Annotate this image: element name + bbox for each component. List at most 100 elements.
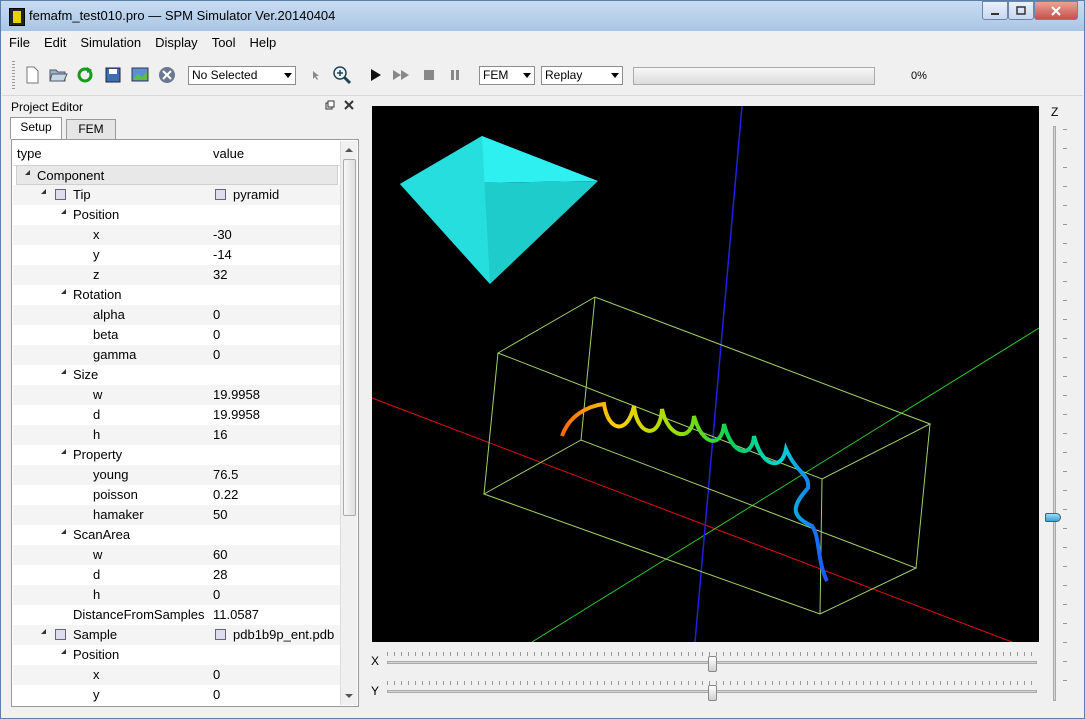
- tree-row-value[interactable]: pdb1b9p_ent.pdb: [233, 627, 334, 642]
- tree-row-value[interactable]: 19.9958: [213, 407, 260, 422]
- tree-row[interactable]: y0: [13, 685, 341, 705]
- tree-row-value[interactable]: -30: [213, 227, 232, 242]
- expand-arrow-icon[interactable]: [61, 369, 66, 374]
- zoom-button[interactable]: [332, 65, 352, 85]
- y-slider-handle[interactable]: [708, 685, 717, 701]
- tree-row[interactable]: w 19.9958: [13, 385, 341, 405]
- pointer-button[interactable]: [306, 65, 326, 85]
- tree-row-value[interactable]: -14: [213, 247, 232, 262]
- expand-arrow-icon[interactable]: [61, 649, 66, 654]
- close-project-button[interactable]: [157, 65, 177, 85]
- selection-combo[interactable]: No Selected: [188, 66, 296, 85]
- undock-icon[interactable]: [325, 100, 335, 110]
- tree-row-value[interactable]: 28: [213, 567, 227, 582]
- tree-row-value[interactable]: 50: [213, 507, 227, 522]
- tree-row[interactable]: d 19.9958: [13, 405, 341, 425]
- maximize-button[interactable]: [1008, 1, 1034, 20]
- open-button[interactable]: [48, 65, 68, 85]
- tree-row[interactable]: h0: [13, 585, 341, 605]
- save-button[interactable]: [103, 65, 123, 85]
- toolbar-grip[interactable]: [12, 61, 15, 91]
- pause-button[interactable]: [445, 65, 465, 85]
- 3d-viewport[interactable]: [372, 106, 1039, 642]
- tree-row-value[interactable]: 0.22: [213, 487, 238, 502]
- tree-row-value[interactable]: 11.0587: [213, 607, 259, 622]
- tree-row[interactable]: Tip pyramid: [13, 185, 341, 205]
- menu-display[interactable]: Display: [148, 35, 205, 50]
- expand-arrow-icon[interactable]: [61, 209, 66, 214]
- menu-file[interactable]: File: [2, 35, 37, 50]
- tree-scrollbar[interactable]: [340, 141, 357, 705]
- app-icon: [9, 8, 25, 26]
- expand-arrow-icon[interactable]: [41, 189, 46, 194]
- z-slider-track[interactable]: [1053, 126, 1056, 701]
- tree-row[interactable]: d 28: [13, 565, 341, 585]
- tree-row-value[interactable]: 0: [213, 667, 220, 682]
- reload-button[interactable]: [75, 65, 95, 85]
- tree-row-value[interactable]: 0: [213, 327, 220, 342]
- tree-row-value[interactable]: pyramid: [233, 187, 279, 202]
- expand-arrow-icon[interactable]: [41, 629, 46, 634]
- play-button[interactable]: [365, 65, 385, 85]
- close-panel-icon[interactable]: [344, 100, 354, 110]
- tree-row[interactable]: young 76.5: [13, 465, 341, 485]
- menu-tool[interactable]: Tool: [205, 35, 243, 50]
- scroll-up-icon[interactable]: [342, 143, 356, 157]
- tree-row[interactable]: h 16: [13, 425, 341, 445]
- tree-row[interactable]: Size: [13, 365, 341, 385]
- close-button[interactable]: [1034, 1, 1078, 20]
- tree-row[interactable]: Position: [13, 645, 341, 665]
- mode-combo[interactable]: FEM: [479, 66, 535, 85]
- tree-row-label: Component: [37, 168, 105, 183]
- export-image-button[interactable]: [130, 65, 150, 85]
- stop-button[interactable]: [419, 65, 439, 85]
- menu-simulation[interactable]: Simulation: [73, 35, 148, 50]
- tree-row-value[interactable]: 0: [213, 307, 220, 322]
- tree-row[interactable]: beta 0: [13, 325, 341, 345]
- replay-combo[interactable]: Replay: [541, 66, 623, 85]
- expand-arrow-icon[interactable]: [61, 449, 66, 454]
- expand-arrow-icon[interactable]: [25, 170, 30, 175]
- tree-row[interactable]: Sample pdb1b9p_ent.pdb: [13, 625, 341, 645]
- tree-row-value[interactable]: 60: [213, 547, 227, 562]
- tree-row[interactable]: x0: [13, 665, 341, 685]
- tree-row-value[interactable]: 0: [213, 347, 220, 362]
- scroll-down-icon[interactable]: [342, 689, 356, 703]
- x-slider-handle[interactable]: [708, 656, 717, 672]
- tree-row-value[interactable]: 32: [213, 267, 227, 282]
- tree-row[interactable]: Rotation: [13, 285, 341, 305]
- tree-row[interactable]: gamma 0: [13, 345, 341, 365]
- tree-row-value[interactable]: 19.9958: [213, 387, 260, 402]
- tree-row-value[interactable]: 0: [213, 587, 220, 602]
- minimize-button[interactable]: [982, 1, 1008, 20]
- scan-area-box: [482, 296, 932, 615]
- tree-row[interactable]: z 32: [13, 265, 341, 285]
- tree-row[interactable]: Position: [13, 205, 341, 225]
- tree-row[interactable]: x -30: [13, 225, 341, 245]
- menu-edit[interactable]: Edit: [37, 35, 73, 50]
- tree-row[interactable]: DistanceFromSamples 11.0587: [13, 605, 341, 625]
- column-header-value[interactable]: value: [213, 146, 244, 161]
- tree-row[interactable]: alpha 0: [13, 305, 341, 325]
- tree-row[interactable]: Component: [16, 165, 338, 185]
- tree-row-value[interactable]: 16: [213, 427, 227, 442]
- tab-setup[interactable]: Setup: [10, 117, 62, 139]
- expand-arrow-icon[interactable]: [61, 529, 66, 534]
- tree-row[interactable]: y -14: [13, 245, 341, 265]
- tree-row[interactable]: w 60: [13, 545, 341, 565]
- tree-row[interactable]: Property: [13, 445, 341, 465]
- scrollbar-thumb[interactable]: [343, 159, 356, 516]
- window-title: femafm_test010.pro — SPM Simulator Ver.2…: [29, 8, 336, 23]
- tree-row[interactable]: hamaker 50: [13, 505, 341, 525]
- menu-help[interactable]: Help: [243, 35, 284, 50]
- fast-forward-button[interactable]: [391, 65, 411, 85]
- new-file-button[interactable]: [22, 65, 42, 85]
- expand-arrow-icon[interactable]: [61, 289, 66, 294]
- z-slider-handle[interactable]: [1045, 513, 1061, 522]
- tree-row[interactable]: poisson 0.22: [13, 485, 341, 505]
- tree-row-value[interactable]: 76.5: [213, 467, 238, 482]
- tab-fem[interactable]: FEM: [66, 119, 116, 139]
- column-header-type[interactable]: type: [17, 146, 42, 161]
- tree-row-value[interactable]: 0: [213, 687, 220, 702]
- tree-row[interactable]: ScanArea: [13, 525, 341, 545]
